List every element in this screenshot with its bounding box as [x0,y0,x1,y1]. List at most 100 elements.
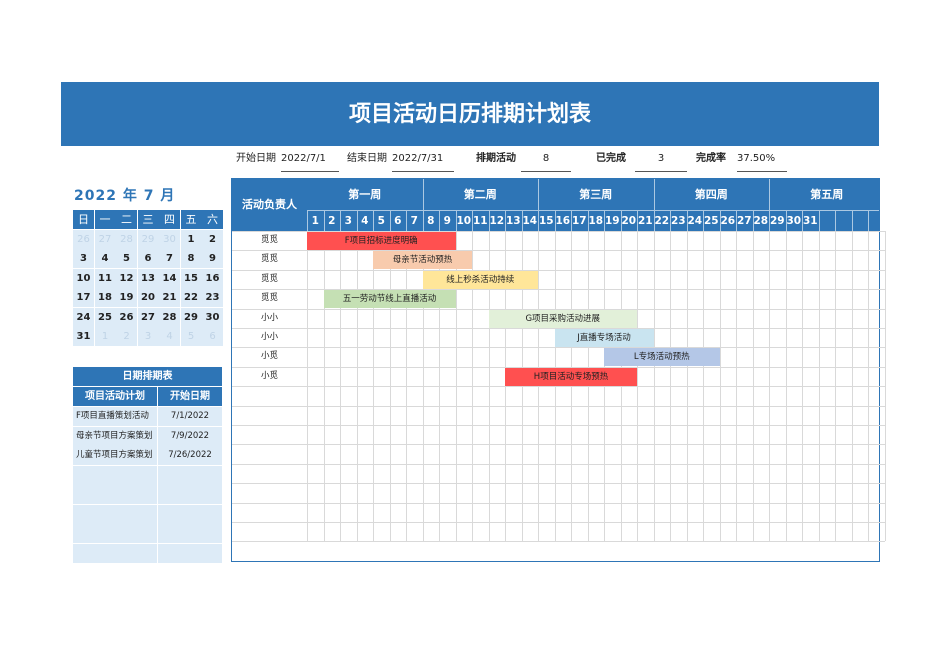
day-number: 10 [456,215,472,227]
day-number: 2 [328,215,336,227]
calendar-day[interactable]: 20 [137,288,159,307]
calendar-day[interactable]: 7 [159,249,180,268]
day-number: 12 [489,215,505,227]
grid-col-line [670,231,671,542]
weekday-header: 一 [94,210,116,229]
calendar-day[interactable]: 11 [94,268,116,288]
calendar-day[interactable]: 4 [94,249,116,268]
done-value[interactable]: 3 [635,152,687,172]
calendar-day[interactable]: 21 [159,288,180,307]
day-divider [505,211,506,231]
day-number: 15 [538,215,554,227]
start-date-value[interactable]: 2022/7/1 [281,152,339,172]
calendar-day[interactable]: 29 [180,307,202,327]
activity-bar[interactable]: 五一劳动节线上直播活动 [323,290,456,309]
calendar-day[interactable]: 27 [94,229,116,249]
calendar-day[interactable]: 1 [94,327,116,346]
grid-col-line [851,231,853,542]
schedule-plan-cell [73,485,157,504]
activity-bar[interactable]: J直播专场活动 [554,329,654,347]
gantt-chart: 活动负责人 第一周 第二周 第三周 第四周 第五周 1 2 3 4 5 6 7 8 9 10 11 12 13 14 1… [231,178,886,562]
calendar-day[interactable]: 2 [202,229,223,249]
calendar-day[interactable]: 3 [137,327,159,346]
schedule-start-cell: 7/9/2022 [158,426,222,446]
calendar-day[interactable]: 23 [202,288,223,307]
day-divider [571,211,572,231]
calendar-day[interactable]: 30 [202,307,223,327]
schedule-start-cell [158,485,222,504]
grid-col-line [785,231,787,542]
calendar-day[interactable]: 9 [202,249,223,268]
grid-row-line [232,269,885,271]
activity-bar[interactable]: F项目招标进度明确 [307,232,456,250]
grid-col-line [340,231,341,542]
activity-bar[interactable]: 线上秒杀活动持续 [422,270,538,289]
end-date-value[interactable]: 2022/7/31 [392,152,454,172]
calendar-day[interactable]: 26 [116,307,137,327]
calendar-day[interactable]: 25 [94,307,116,327]
activity-bar[interactable]: 母亲节活动预热 [373,251,472,270]
activity-bar[interactable]: G项目采购活动进展 [488,309,637,328]
day-number: 16 [555,215,571,227]
calendar-day[interactable]: 6 [137,249,159,268]
day-divider [736,211,737,231]
calendar-day[interactable]: 22 [180,288,202,307]
calendar-day[interactable]: 18 [94,288,116,307]
calendar-day[interactable]: 5 [180,327,202,346]
calendar-day[interactable]: 1 [180,229,202,249]
calendar-day[interactable]: 16 [202,268,223,288]
calendar-day[interactable]: 27 [137,307,159,327]
owner-col-line [307,231,308,542]
scheduled-value[interactable]: 8 [521,152,571,172]
calendar-day[interactable]: 28 [116,229,137,249]
week-label: 第二周 [463,188,497,201]
calendar-day[interactable]: 28 [159,307,180,327]
calendar-day[interactable]: 24 [73,307,94,327]
schedule-plan-cell [73,524,157,543]
activity-bar[interactable]: L专场活动预热 [604,348,720,367]
calendar-day[interactable]: 13 [137,268,159,288]
day-number: 6 [394,215,402,227]
grid-col-line [703,231,704,542]
schedule-plan-cell [73,465,157,485]
day-number: 17 [571,215,587,227]
grid-col-line [884,231,886,542]
grid-row-line [232,444,885,446]
calendar-day[interactable]: 12 [116,268,137,288]
calendar-day[interactable]: 6 [202,327,223,346]
calendar-day[interactable]: 4 [159,327,180,346]
calendar-day[interactable]: 14 [159,268,180,288]
day-number: 27 [736,215,752,227]
calendar-day[interactable]: 5 [116,249,137,268]
start-date-label: 开始日期 [236,153,276,164]
calendar-day[interactable]: 31 [73,327,94,346]
calendar-day[interactable]: 8 [180,249,202,268]
activity-owner: 小觅 [260,351,278,362]
grid-col-line [538,231,539,542]
schedule-plan-cell: 母亲节项目方案策划 [73,426,157,446]
calendar-day[interactable]: 26 [73,229,94,249]
calendar-month-title: 2022 年 7 月 [74,188,176,204]
calendar-day[interactable]: 15 [180,268,202,288]
weekday-header: 三 [137,210,159,229]
day-number: 14 [522,215,538,227]
weekday-header: 四 [159,210,180,229]
calendar-day[interactable]: 19 [116,288,137,307]
grid-col-line [323,231,325,542]
activity-bar[interactable]: H项目活动专场预热 [505,367,637,386]
calendar-day[interactable]: 29 [137,229,159,249]
calendar-day[interactable]: 10 [73,268,94,288]
week-label: 第五周 [810,188,844,201]
weekday-header: 二 [116,210,137,229]
calendar-day[interactable]: 30 [159,229,180,249]
grid-col-line [571,231,572,542]
day-divider [703,211,704,231]
weekday-header: 六 [202,210,223,229]
calendar-day[interactable]: 2 [116,327,137,346]
calendar-day[interactable]: 17 [73,288,94,307]
rate-value[interactable]: 37.50% [737,152,787,172]
grid-col-line [719,231,721,542]
grid-col-line [373,231,374,542]
calendar-day[interactable]: 3 [73,249,94,268]
day-number: 13 [505,215,521,227]
